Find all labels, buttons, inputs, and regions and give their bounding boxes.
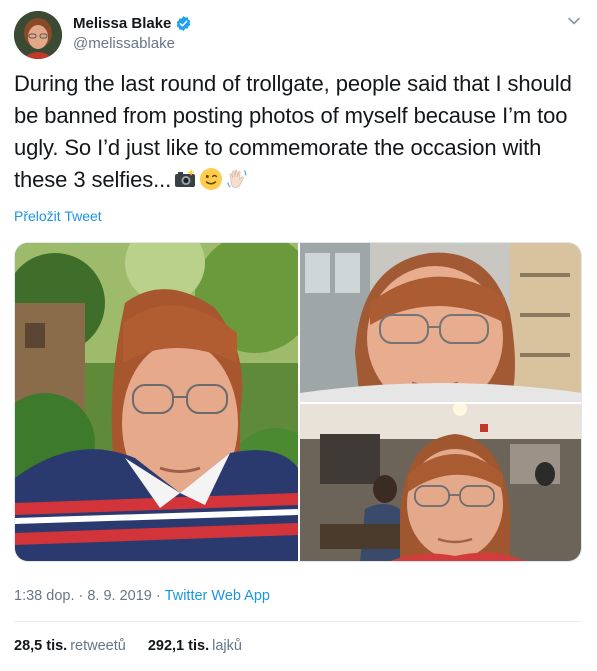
waving-hand-icon: [225, 167, 249, 191]
retweets-count: 28,5 tis.: [14, 638, 68, 654]
tweet-stats: 28,5 tis. retweetů 292,1 tis. lajků: [14, 638, 264, 654]
avatar[interactable]: [14, 11, 62, 59]
verified-badge-icon: [175, 15, 192, 32]
winking-face-icon: [199, 167, 223, 191]
meta-separator: ·: [78, 588, 84, 604]
tweet-text-body: During the last round of trollgate, peop…: [14, 71, 572, 192]
selfie-photo-3[interactable]: [300, 404, 581, 561]
media-grid: [14, 242, 582, 562]
selfie-photo-2[interactable]: [300, 243, 581, 402]
tweet-source-link[interactable]: Twitter Web App: [165, 588, 270, 604]
divider: [14, 621, 582, 622]
chevron-down-icon[interactable]: [567, 14, 581, 28]
camera-with-flash-icon: [173, 167, 197, 191]
tweet: Melissa Blake @melissablake During the l…: [0, 0, 597, 671]
meta-separator: ·: [155, 588, 161, 604]
display-name[interactable]: Melissa Blake: [73, 15, 171, 32]
author-handle[interactable]: @melissablake: [73, 35, 175, 52]
tweet-date[interactable]: 8. 9. 2019: [87, 588, 152, 604]
likes-count: 292,1 tis.: [147, 638, 210, 654]
selfie-photo-1[interactable]: [15, 243, 298, 561]
likes-label: lajků: [212, 638, 242, 654]
tweet-meta: 1:38 dop. · 8. 9. 2019 · Twitter Web App: [14, 588, 270, 604]
retweets-label: retweetů: [70, 638, 126, 654]
author-name-row[interactable]: Melissa Blake: [73, 13, 192, 33]
likes-stat[interactable]: 292,1 tis. lajků: [148, 638, 242, 654]
translate-tweet-link[interactable]: Přeložit Tweet: [14, 208, 102, 224]
retweets-stat[interactable]: 28,5 tis. retweetů: [14, 638, 126, 654]
tweet-time[interactable]: 1:38 dop.: [14, 588, 74, 604]
tweet-text: During the last round of trollgate, peop…: [14, 68, 589, 196]
